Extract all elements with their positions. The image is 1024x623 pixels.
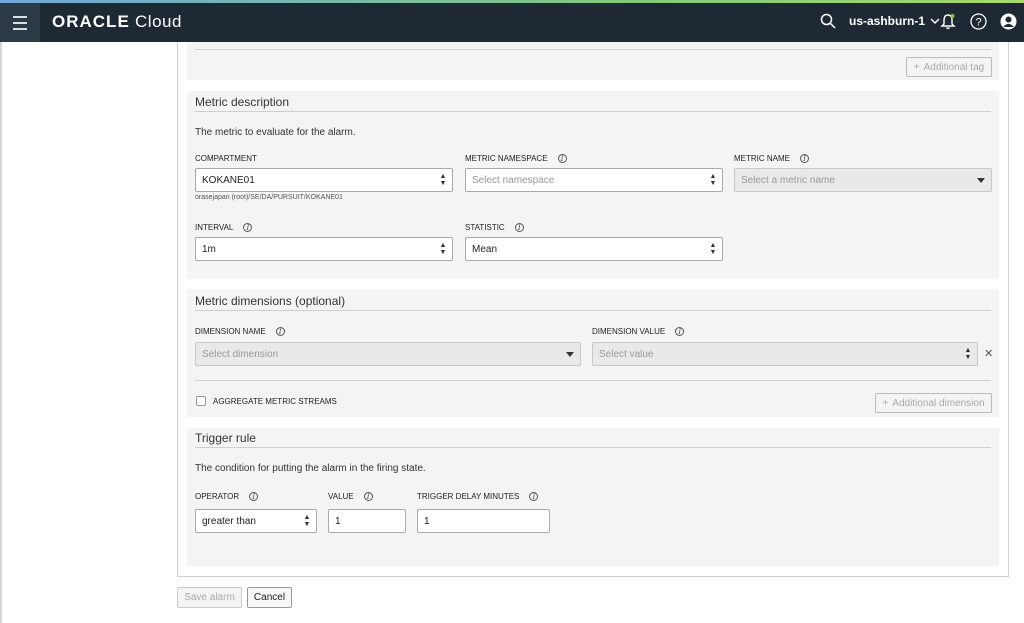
additional-dimension-button[interactable]: + Additional dimension [875, 393, 992, 413]
metric-namespace-placeholder: Select namespace [472, 174, 555, 186]
trigger-delay-label: TRIGGER DELAY MINUTES i [417, 492, 539, 501]
create-alarm-form-panel: + Additional tag Metric description The … [177, 42, 1009, 577]
info-icon[interactable]: i [514, 223, 524, 232]
dimension-name-label: DIMENSION NAME i [195, 327, 285, 336]
section-title: Metric dimensions (optional) [195, 294, 346, 308]
trigger-rule-section: Trigger rule The condition for putting t… [187, 428, 999, 566]
bell-icon[interactable] [939, 12, 957, 30]
sort-arrows-icon: ▲ ▼ [709, 173, 717, 187]
metric-name-label: METRIC NAME i [734, 154, 809, 163]
tags-rule [195, 49, 991, 50]
info-icon[interactable]: i [363, 492, 373, 501]
interval-value: 1m [202, 243, 216, 255]
metric-name-select[interactable]: Select a metric name [734, 168, 992, 192]
compartment-path: orasejapan (root)/SE/DA/PURSUIT/KOKANE01 [195, 194, 343, 201]
compartment-select[interactable]: KOKANE01 ▲ ▼ [195, 168, 453, 192]
dimension-name-select[interactable]: Select dimension [195, 342, 581, 366]
info-icon[interactable]: i [249, 492, 259, 501]
dimension-value-select[interactable]: Select value ▲ ▼ [592, 342, 978, 366]
cancel-label: Cancel [253, 592, 286, 603]
svg-text:?: ? [975, 16, 981, 28]
save-alarm-label: Save alarm [184, 592, 235, 603]
section-rule [195, 380, 991, 381]
interval-select[interactable]: 1m ▲ ▼ [195, 237, 453, 261]
value-label: VALUE i [328, 492, 373, 501]
trigger-delay-input[interactable]: 1 [417, 509, 550, 533]
sort-arrows-icon: ▲ ▼ [709, 242, 717, 256]
statistic-label: STATISTIC i [465, 223, 524, 232]
aggregate-metric-streams-checkbox[interactable] [196, 396, 206, 406]
section-description: The condition for putting the alarm in t… [195, 463, 426, 474]
metric-description-section: Metric description The metric to evaluat… [187, 91, 999, 279]
info-icon[interactable]: i [800, 154, 809, 163]
remove-dimension-icon[interactable]: ✕ [984, 347, 993, 360]
caret-down-icon [566, 352, 574, 357]
menu-icon[interactable] [0, 3, 40, 42]
compartment-label: COMPARTMENT [195, 154, 257, 163]
info-icon[interactable]: i [529, 492, 539, 501]
operator-label: OPERATOR i [195, 492, 259, 501]
oracle-cloud-logo[interactable]: ORACLE Cloud [52, 12, 182, 32]
additional-dimension-label: Additional dimension [892, 397, 985, 409]
tags-section: + Additional tag [187, 42, 999, 80]
section-rule [195, 111, 991, 112]
trigger-delay-text: 1 [424, 515, 430, 527]
dimension-value-label: DIMENSION VALUE i [592, 327, 685, 336]
sort-arrows-icon: ▲ ▼ [303, 514, 311, 528]
metric-namespace-select[interactable]: Select namespace ▲ ▼ [465, 168, 723, 192]
caret-down-icon [977, 178, 985, 183]
save-alarm-button[interactable]: Save alarm [177, 587, 242, 608]
section-title: Trigger rule [195, 431, 256, 445]
sort-arrows-icon: ▲ ▼ [439, 242, 447, 256]
dimension-value-placeholder: Select value [599, 348, 654, 360]
section-title: Metric description [195, 95, 290, 109]
value-input-text: 1 [335, 515, 341, 527]
aggregate-metric-streams-label: AGGREGATE METRIC STREAMS [213, 397, 337, 406]
info-icon[interactable]: i [675, 327, 685, 336]
help-icon[interactable]: ? [969, 12, 987, 30]
section-rule [195, 447, 991, 448]
operator-select[interactable]: greater than ▲ ▼ [195, 509, 317, 533]
info-icon[interactable]: i [275, 327, 285, 336]
sort-arrows-icon: ▲ ▼ [964, 347, 972, 361]
info-icon[interactable]: i [243, 223, 253, 232]
compartment-value: KOKANE01 [202, 174, 255, 186]
interval-label: INTERVAL i [195, 223, 253, 232]
accent-stripe [0, 0, 1024, 3]
plus-icon: + [913, 61, 920, 73]
metric-dimensions-section: Metric dimensions (optional) DIMENSION N… [187, 289, 999, 417]
user-icon[interactable] [999, 12, 1017, 30]
additional-tag-button[interactable]: + Additional tag [906, 57, 992, 77]
region-label: us-ashburn-1 [849, 14, 926, 28]
statistic-value: Mean [472, 243, 498, 255]
section-rule [195, 310, 991, 311]
metric-name-placeholder: Select a metric name [741, 174, 835, 186]
search-icon[interactable] [819, 12, 837, 30]
plus-icon: + [882, 397, 889, 409]
section-description: The metric to evaluate for the alarm. [195, 127, 356, 138]
value-input[interactable]: 1 [328, 509, 406, 533]
metric-namespace-label: METRIC NAMESPACE i [465, 154, 567, 163]
operator-value: greater than [202, 515, 256, 527]
sidebar-divider [0, 42, 2, 623]
top-navigation-bar: ORACLE Cloud us-ashburn-1 ? [0, 0, 1024, 42]
dimension-name-placeholder: Select dimension [202, 348, 279, 360]
sort-arrows-icon: ▲ ▼ [439, 173, 447, 187]
info-icon[interactable]: i [557, 154, 567, 163]
region-selector[interactable]: us-ashburn-1 [849, 14, 940, 28]
statistic-select[interactable]: Mean ▲ ▼ [465, 237, 723, 261]
additional-tag-label: Additional tag [923, 61, 985, 73]
cancel-button[interactable]: Cancel [247, 587, 292, 608]
